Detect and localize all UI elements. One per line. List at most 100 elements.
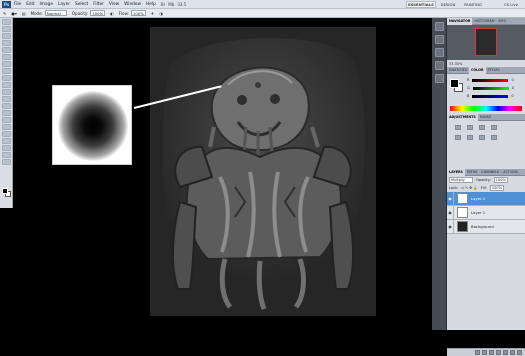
tab-actions[interactable]: ACTIONS: [501, 169, 520, 176]
tab-channels[interactable]: CHANNELS: [479, 169, 501, 176]
vibrance-icon[interactable]: [455, 135, 461, 140]
color-balance-icon[interactable]: [479, 135, 485, 140]
path-select-tool-icon[interactable]: [1, 131, 11, 137]
brush-panel-toggle-icon[interactable]: ▤: [22, 11, 26, 16]
channel-g-value[interactable]: 0: [512, 86, 514, 90]
bridge-icon[interactable]: Br: [161, 2, 165, 7]
tab-paths[interactable]: PATHS: [465, 169, 479, 176]
mode-select[interactable]: Normal: [44, 10, 67, 16]
layer-opacity-field[interactable]: 100%: [493, 177, 508, 183]
tab-swatches[interactable]: SWATCHES: [447, 67, 469, 74]
brush-panel-icon[interactable]: [434, 35, 444, 44]
foreground-color-swatch[interactable]: [2, 188, 8, 194]
color-spectrum-ramp[interactable]: [450, 106, 522, 111]
workspace-design[interactable]: DESIGN: [437, 1, 459, 8]
channel-g-slider[interactable]: [472, 86, 509, 90]
layer-name[interactable]: Layer 1: [471, 210, 485, 215]
shape-tool-icon[interactable]: [1, 138, 11, 144]
levels-icon[interactable]: [467, 125, 473, 130]
opacity-field[interactable]: 100%: [90, 10, 106, 16]
exposure-icon[interactable]: [491, 125, 497, 130]
brightness-contrast-icon[interactable]: [455, 125, 461, 130]
layer-style-icon[interactable]: [482, 350, 487, 355]
link-layers-icon[interactable]: [475, 350, 480, 355]
3d-rotate-tool-icon[interactable]: [1, 145, 11, 151]
workspace-painting[interactable]: PAINTING: [460, 1, 486, 8]
channel-b-slider[interactable]: [472, 94, 509, 98]
tab-info[interactable]: INFO: [496, 18, 508, 25]
tab-adjustments[interactable]: ADJUSTMENTS: [447, 113, 478, 121]
new-layer-icon[interactable]: [510, 350, 515, 355]
zoom-level[interactable]: 33.5: [177, 2, 186, 7]
channel-b-value[interactable]: 0: [511, 94, 513, 98]
tab-styles[interactable]: STYLES: [486, 67, 502, 74]
pen-tool-icon[interactable]: [1, 117, 11, 123]
tab-navigator[interactable]: NAVIGATOR: [447, 17, 473, 25]
tab-masks[interactable]: MASKS: [478, 114, 493, 121]
menu-window[interactable]: Window: [124, 2, 141, 7]
gradient-tool-icon[interactable]: [1, 96, 11, 102]
character-panel-icon[interactable]: [434, 61, 444, 70]
move-tool-icon[interactable]: [1, 19, 11, 25]
quick-select-tool-icon[interactable]: [1, 40, 11, 46]
tab-layers[interactable]: LAYERS: [447, 168, 465, 176]
menu-layer[interactable]: Layer: [58, 2, 70, 7]
menu-edit[interactable]: Edit: [26, 2, 34, 7]
visibility-eye-icon[interactable]: ◉: [447, 205, 454, 220]
pressure-size-icon[interactable]: ◑: [159, 11, 163, 16]
black-white-icon[interactable]: [491, 135, 497, 140]
color-panel-foreground-swatch[interactable]: [450, 79, 459, 88]
visibility-eye-icon[interactable]: ◉: [447, 219, 454, 234]
lock-icons[interactable]: ▫ ✎ ✥ 🔒: [461, 186, 477, 190]
minibridge-icon[interactable]: Mb: [168, 2, 174, 7]
dodge-tool-icon[interactable]: [1, 110, 11, 116]
brush-preset-picker[interactable]: ●▾: [11, 11, 17, 16]
delete-layer-icon[interactable]: [517, 350, 522, 355]
clone-source-panel-icon[interactable]: [434, 48, 444, 57]
channel-r-slider[interactable]: [472, 78, 509, 82]
menu-view[interactable]: View: [109, 2, 119, 7]
menu-help[interactable]: Help: [146, 2, 156, 7]
marquee-tool-icon[interactable]: [1, 26, 11, 32]
eraser-tool-icon[interactable]: [1, 89, 11, 95]
airbrush-icon[interactable]: ✈: [151, 11, 154, 16]
menu-file[interactable]: File: [14, 2, 21, 7]
new-group-icon[interactable]: [503, 350, 508, 355]
history-brush-tool-icon[interactable]: [1, 82, 11, 88]
fill-field[interactable]: 100%: [489, 185, 504, 191]
brush-presets-panel-icon[interactable]: [434, 22, 444, 31]
type-tool-icon[interactable]: [1, 124, 11, 130]
adjustment-layer-icon[interactable]: [496, 350, 501, 355]
channel-r-value[interactable]: 0: [511, 78, 513, 82]
flow-field[interactable]: 100%: [130, 10, 146, 16]
layer-row-background[interactable]: ◉ Background: [447, 219, 525, 234]
pressure-opacity-icon[interactable]: ◐: [110, 11, 114, 16]
blur-tool-icon[interactable]: [1, 103, 11, 109]
menu-filter[interactable]: Filter: [93, 2, 104, 7]
workspace-essentials[interactable]: ESSENTIALS: [406, 1, 436, 8]
visibility-eye-icon[interactable]: ◉: [447, 191, 454, 206]
navigator-thumbnail[interactable]: [475, 28, 497, 56]
healing-tool-icon[interactable]: [1, 61, 11, 67]
paragraph-panel-icon[interactable]: [434, 74, 444, 83]
brush-tool-icon[interactable]: [1, 68, 11, 74]
cs-live-button[interactable]: CS Live: [500, 1, 522, 8]
lasso-tool-icon[interactable]: [1, 33, 11, 39]
layer-name[interactable]: Layer 2: [471, 196, 485, 201]
menu-select[interactable]: Select: [75, 2, 88, 7]
hand-tool-icon[interactable]: [1, 152, 11, 158]
add-mask-icon[interactable]: [489, 350, 494, 355]
eyedropper-tool-icon[interactable]: [1, 54, 11, 60]
layer-row-layer-1[interactable]: ◉ Layer 1: [447, 205, 525, 220]
menu-image[interactable]: Image: [40, 2, 53, 7]
layer-name[interactable]: Background: [471, 224, 494, 229]
hue-saturation-icon[interactable]: [467, 135, 473, 140]
document-canvas[interactable]: [150, 27, 376, 316]
navigator-zoom-value[interactable]: 33.33%: [449, 62, 462, 66]
curves-icon[interactable]: [479, 125, 485, 130]
zoom-tool-icon[interactable]: [1, 159, 11, 165]
brush-tool-icon[interactable]: ✎: [3, 11, 6, 16]
layer-row-layer-2[interactable]: ◉ Layer 2: [447, 191, 525, 206]
tab-histogram[interactable]: HISTOGRAM: [472, 18, 496, 25]
clone-stamp-tool-icon[interactable]: [1, 75, 11, 81]
